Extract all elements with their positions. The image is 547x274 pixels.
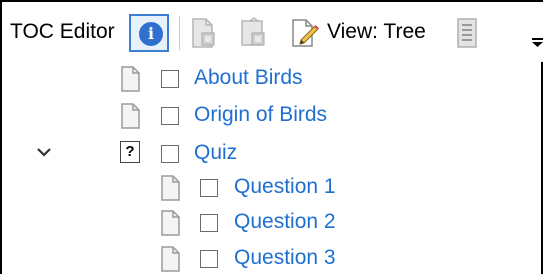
toolbar-separator	[179, 16, 180, 50]
page-icon	[161, 210, 180, 236]
edit-page-icon[interactable]	[290, 17, 324, 49]
quiz-icon: ?	[120, 141, 140, 163]
add-group-icon[interactable]	[238, 17, 268, 49]
overflow-icon[interactable]	[532, 38, 543, 48]
tree-item-checkbox[interactable]	[161, 145, 179, 163]
panel-border	[541, 62, 543, 274]
tree-item[interactable]: Origin of Birds	[0, 103, 541, 131]
tree-item-label[interactable]: Question 1	[234, 175, 336, 199]
tree-item[interactable]: Question 2	[0, 210, 541, 238]
page-icon	[161, 246, 180, 272]
tree-item[interactable]: Question 1	[0, 175, 541, 203]
tree-item[interactable]: Question 3	[0, 246, 541, 274]
page-icon	[121, 66, 140, 92]
toolbar-title: TOC Editor	[10, 20, 115, 43]
tree-item-checkbox[interactable]	[200, 250, 218, 268]
info-button[interactable]: i	[129, 14, 169, 52]
page-icon	[121, 103, 140, 129]
list-icon[interactable]	[454, 17, 480, 49]
toolbar: TOC Editor i View: Tree	[2, 2, 543, 62]
tree-item[interactable]: ? Quiz	[0, 141, 541, 169]
tree-item-label[interactable]: About Birds	[194, 66, 303, 90]
tree-item-label[interactable]: Quiz	[194, 141, 237, 165]
tree-item-checkbox[interactable]	[200, 214, 218, 232]
page-icon	[161, 175, 180, 201]
tree-item[interactable]: About Birds	[0, 66, 541, 94]
view-mode-label[interactable]: View: Tree	[327, 20, 426, 44]
tree-item-label[interactable]: Origin of Birds	[194, 103, 327, 127]
info-icon: i	[139, 22, 163, 46]
add-page-icon[interactable]	[190, 17, 218, 49]
tree-item-checkbox[interactable]	[161, 107, 179, 125]
tree-item-label[interactable]: Question 2	[234, 210, 336, 234]
tree-item-checkbox[interactable]	[200, 179, 218, 197]
tree-item-checkbox[interactable]	[161, 70, 179, 88]
tree-item-label[interactable]: Question 3	[234, 246, 336, 270]
